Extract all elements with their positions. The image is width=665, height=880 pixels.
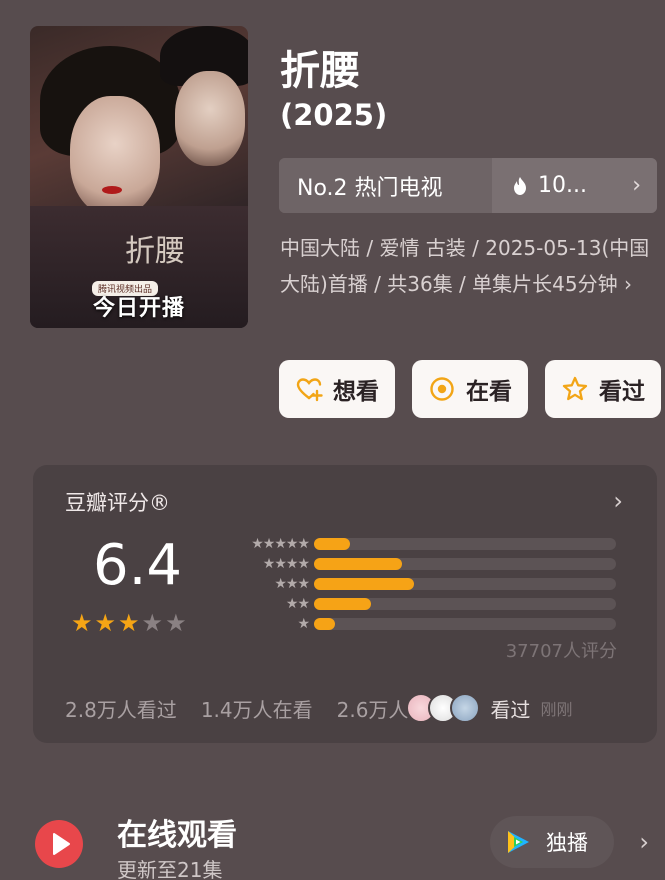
- release-year: (2025): [280, 98, 388, 132]
- watching-button[interactable]: 在看: [412, 360, 528, 418]
- distribution-stars: ★: [297, 616, 310, 632]
- distribution-stars: ★★: [285, 596, 310, 612]
- avatar: [450, 693, 481, 723]
- watched-label: 看过: [599, 379, 645, 405]
- distribution-row: ★★★: [229, 575, 629, 595]
- rating-title: 豆瓣评分®: [65, 491, 170, 515]
- poster-banner: 今日开播: [92, 296, 185, 321]
- distribution-bar: [314, 598, 372, 610]
- action-buttons: 想看 在看 看过: [279, 360, 661, 418]
- fire-icon: [514, 176, 526, 195]
- exclusive-label: 独播: [546, 831, 588, 855]
- distribution-row: ★★★★: [229, 555, 629, 575]
- distribution-bar: [314, 538, 351, 550]
- rating-score: 6.4: [93, 533, 183, 598]
- distribution-track: [314, 578, 616, 590]
- rank-label: No.2 热门电视: [279, 158, 492, 213]
- heart-plus-icon: [296, 378, 323, 402]
- target-icon: [430, 377, 454, 401]
- rating-count: 37707人评分: [505, 641, 617, 662]
- exclusive-platform-button[interactable]: 独播: [490, 816, 614, 868]
- rating-card[interactable]: 豆瓣评分® › 6.4 ★ ★ ★ ★ ★ ★★★★★ ★★★★ ★★★ ★★ ★ 37707人…: [33, 465, 657, 743]
- poster-figure-face: [70, 96, 160, 216]
- watching-count: 1.4万人在看: [200, 697, 313, 722]
- chevron-right-icon[interactable]: ›: [639, 828, 649, 856]
- distribution-bar: [314, 578, 414, 590]
- timestamp: 刚刚: [540, 700, 573, 719]
- play-icon: [35, 820, 83, 868]
- distribution-row: ★★: [229, 595, 629, 615]
- seen-label: 看过: [490, 697, 531, 722]
- online-watch-title: 在线观看: [117, 818, 237, 853]
- watched-button[interactable]: 看过: [545, 360, 661, 418]
- rating-stars: ★ ★ ★ ★ ★: [71, 611, 187, 635]
- distribution-bar: [314, 618, 336, 630]
- page-title: 折腰: [280, 48, 360, 94]
- poster-figure-face-2: [175, 71, 245, 166]
- distribution-stars: ★★★★: [262, 556, 310, 572]
- distribution-row: ★★★★★: [229, 535, 629, 555]
- distribution-bar: [314, 558, 402, 570]
- star-filled-icon: ★: [118, 609, 140, 637]
- want-to-watch-button[interactable]: 想看: [279, 360, 395, 418]
- poster-figure-lips: [102, 186, 122, 194]
- rank-box[interactable]: No.2 热门电视 10... ›: [279, 158, 657, 213]
- want-to-watch-label: 想看: [333, 379, 379, 405]
- want-count: 2.6万人: [336, 697, 409, 722]
- watch-stats: 2.8万人看过 1.4万人在看 2.6万人 看过 刚刚: [65, 693, 572, 723]
- chevron-right-icon: ›: [632, 173, 641, 198]
- star-filled-icon: ★: [71, 609, 93, 637]
- online-watch-section[interactable]: 在线观看 更新至21集 独播 ›: [0, 800, 665, 880]
- poster-image[interactable]: 折腰 腾讯视频出品 今日开播: [30, 26, 248, 328]
- distribution-row: ★: [229, 615, 629, 635]
- star-empty-icon: ★: [141, 609, 164, 637]
- watched-count: 2.8万人看过: [65, 697, 177, 722]
- heat-value: 10...: [538, 173, 587, 198]
- distribution-track: [314, 558, 616, 570]
- heat-section[interactable]: 10... ›: [492, 158, 657, 213]
- distribution-track: [314, 598, 616, 610]
- show-meta[interactable]: 中国大陆 / 爱情 古装 / 2025-05-13(中国大陆)首播 / 共36集…: [280, 230, 650, 302]
- rating-distribution: ★★★★★ ★★★★ ★★★ ★★ ★: [229, 535, 629, 635]
- episode-update: 更新至21集: [117, 858, 223, 880]
- distribution-track: [314, 618, 616, 630]
- tencent-video-icon: [508, 831, 529, 853]
- distribution-track: [314, 538, 616, 550]
- star-outline-icon: [562, 376, 588, 401]
- distribution-stars: ★★★★★: [251, 536, 310, 552]
- watching-label: 在看: [466, 379, 512, 405]
- star-empty-icon: ★: [165, 609, 187, 637]
- poster-calligraphy: 折腰: [125, 234, 185, 269]
- distribution-stars: ★★★: [274, 576, 310, 592]
- chevron-right-icon[interactable]: ›: [613, 487, 623, 515]
- avatar-group: [406, 693, 481, 723]
- star-filled-icon: ★: [94, 609, 117, 637]
